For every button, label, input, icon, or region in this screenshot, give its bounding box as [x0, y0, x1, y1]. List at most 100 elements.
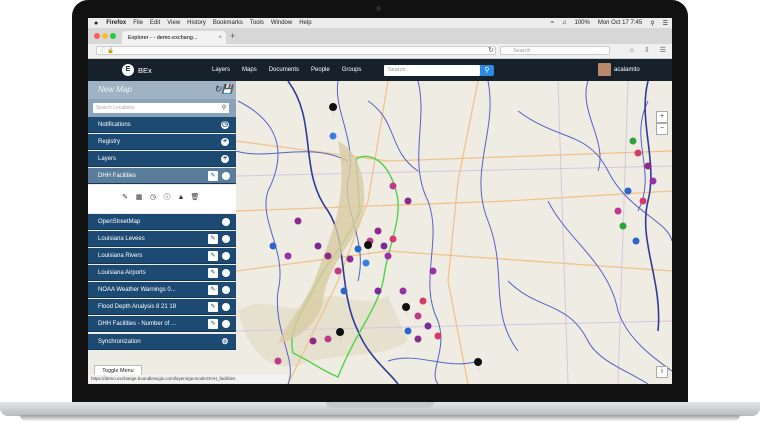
layer-item-dhh-number[interactable]: DHH Facilities - Number of ... ✎	[88, 316, 236, 332]
edit-icon[interactable]: ✎	[208, 285, 218, 295]
layer-item-levees[interactable]: Louisiana Levees ✎	[88, 231, 236, 247]
registry-row[interactable]: Registry +	[88, 134, 236, 150]
volume-icon[interactable]: ♫	[562, 20, 567, 26]
synchronization-row[interactable]: Synchronization ⚙	[88, 334, 236, 350]
laptop-base-shadow	[20, 415, 740, 421]
apple-icon[interactable]: ●	[94, 20, 98, 27]
style-icon[interactable]: ▲	[176, 193, 186, 203]
menu-edit[interactable]: Edit	[150, 20, 160, 26]
bex-logo[interactable]: E	[122, 64, 134, 76]
search-icon[interactable]: ⚲	[480, 65, 494, 76]
new-tab-button[interactable]: +	[230, 31, 235, 41]
visibility-icon[interactable]	[222, 286, 230, 294]
registry-label: Registry	[98, 139, 121, 145]
edit-icon[interactable]: ✎	[208, 268, 218, 278]
close-window-button[interactable]	[94, 33, 100, 39]
minimize-window-button[interactable]	[102, 33, 108, 39]
main-nav: Layers Maps Documents People Groups	[212, 67, 373, 73]
user-avatar[interactable]	[598, 63, 611, 76]
menu-window[interactable]: Window	[271, 20, 292, 26]
edit-icon[interactable]: ✎	[120, 193, 130, 203]
visibility-icon[interactable]	[222, 172, 230, 180]
location-search-input[interactable]: Search Locations	[93, 103, 223, 113]
layer-item-airports[interactable]: Louisiana Airports ✎	[88, 265, 236, 281]
app-header: E BEx Layers Maps Documents People Group…	[88, 59, 672, 81]
edit-icon[interactable]: ✎	[208, 302, 218, 312]
menu-app-name[interactable]: Firefox	[106, 20, 126, 26]
map-title-bar: New Map ↻💾	[88, 81, 236, 99]
username[interactable]: acalamito	[614, 67, 640, 73]
trash-icon[interactable]: 🗑	[190, 193, 200, 203]
home-icon[interactable]: ⌂	[630, 47, 634, 54]
brand-name[interactable]: BEx	[138, 66, 152, 75]
zoom-out-button[interactable]: −	[656, 123, 668, 135]
refresh-save-icon[interactable]: ↻💾	[214, 84, 233, 95]
menu-bookmarks[interactable]: Bookmarks	[213, 20, 243, 26]
visibility-icon[interactable]	[222, 303, 230, 311]
zoom-window-button[interactable]	[110, 33, 116, 39]
gear-icon[interactable]: ⚙	[221, 338, 229, 346]
edit-icon[interactable]: ✎	[208, 251, 218, 261]
map-info-button[interactable]: i	[656, 366, 668, 378]
visibility-icon[interactable]	[222, 235, 230, 243]
list-icon[interactable]: ☰	[663, 20, 668, 27]
menu-tools[interactable]: Tools	[250, 20, 264, 26]
app-search-input[interactable]: Search	[384, 65, 480, 76]
layers-row[interactable]: Layers +	[88, 151, 236, 167]
status-url: https://demo.exchange.boundlessgis.com/l…	[88, 375, 288, 383]
nav-people[interactable]: People	[311, 67, 330, 73]
search-icon[interactable]: ⚲	[219, 103, 229, 113]
layer-item-noaa[interactable]: NOAA Weather Warnings 0... ✎	[88, 282, 236, 298]
menu-help[interactable]: Help	[299, 20, 311, 26]
add-registry-icon[interactable]: +	[221, 138, 229, 146]
tab-close-icon[interactable]: ×	[218, 35, 222, 41]
battery-percent[interactable]: 100%	[574, 20, 589, 26]
wifi-icon[interactable]: ≈	[551, 20, 554, 26]
url-bar[interactable]: ⓘ 🔒	[96, 46, 496, 55]
history-icon[interactable]: ◷	[148, 193, 158, 203]
menu-status-area: ≈ ♫ 100% Mon Oct 17 7:45 ⚲ ☰	[543, 18, 668, 28]
reload-icon[interactable]: ↻	[488, 46, 494, 54]
menu-file[interactable]: File	[133, 20, 143, 26]
menu-history[interactable]: History	[187, 20, 206, 26]
screen: ● Firefox File Edit View History Bookmar…	[88, 18, 672, 384]
synchronization-label: Synchronization	[98, 339, 141, 345]
nav-documents[interactable]: Documents	[269, 67, 299, 73]
layer-item-dhh-facilities[interactable]: DHH Facilities ✎	[88, 168, 236, 184]
layer-item-rivers[interactable]: Louisiana Rivers ✎	[88, 248, 236, 264]
table-icon[interactable]: ▦	[134, 193, 144, 203]
layer-item-flood-depth[interactable]: Flood Depth Analysis 8 21 18 ✎	[88, 299, 236, 315]
menu-view[interactable]: View	[167, 20, 180, 26]
layer-label: Louisiana Rivers	[98, 253, 143, 259]
url-toolbar: ⓘ 🔒 ↻ Search ⌂ ⇩ ☰	[88, 44, 672, 59]
visibility-icon[interactable]	[222, 320, 230, 328]
mac-menu-bar: ● Firefox File Edit View History Bookmar…	[88, 18, 672, 28]
visibility-icon[interactable]	[222, 269, 230, 277]
spotlight-icon[interactable]: ⚲	[650, 20, 654, 27]
camera	[376, 6, 381, 11]
edit-icon[interactable]: ✎	[208, 319, 218, 329]
browser-tab[interactable]: Explorer - - demo.exchang... ×	[122, 31, 226, 44]
laptop-notch	[326, 402, 434, 408]
layer-item-osm[interactable]: OpenStreetMap	[88, 214, 236, 230]
zoom-in-button[interactable]: +	[656, 111, 668, 123]
hamburger-menu-icon[interactable]: ☰	[660, 47, 666, 54]
clock-icon[interactable]: ◷	[221, 121, 229, 129]
layer-label: Louisiana Airports	[98, 270, 146, 276]
nav-layers[interactable]: Layers	[212, 67, 230, 73]
visibility-icon[interactable]	[222, 252, 230, 260]
add-layer-icon[interactable]: +	[221, 155, 229, 163]
map-title[interactable]: New Map	[98, 85, 132, 94]
edit-icon[interactable]: ✎	[208, 171, 218, 181]
nav-maps[interactable]: Maps	[242, 67, 257, 73]
edit-icon[interactable]: ✎	[208, 234, 218, 244]
notifications-label: Notifications	[98, 122, 131, 128]
tab-strip: Explorer - - demo.exchang... × +	[88, 28, 672, 44]
download-icon[interactable]: ⇩	[644, 47, 650, 54]
visibility-icon[interactable]	[222, 218, 230, 226]
info-icon[interactable]: ⓘ	[162, 193, 172, 203]
notifications-row[interactable]: Notifications ◷	[88, 117, 236, 133]
clock[interactable]: Mon Oct 17 7:45	[598, 20, 642, 26]
browser-search-input[interactable]: Search	[500, 46, 610, 55]
nav-groups[interactable]: Groups	[342, 67, 362, 73]
